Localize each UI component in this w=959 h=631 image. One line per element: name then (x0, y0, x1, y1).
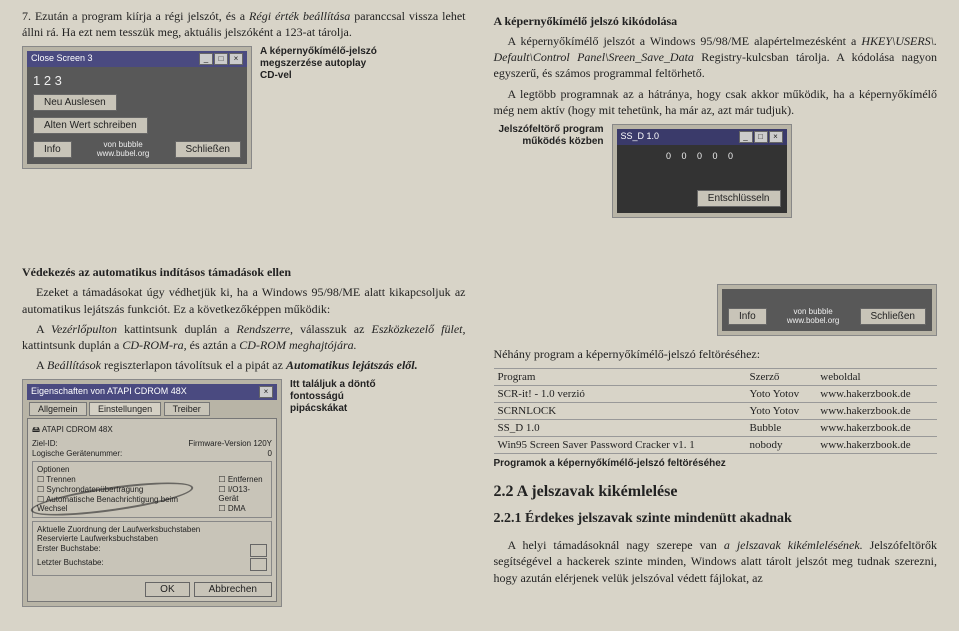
defense-p1: Ezeket a támadásokat úgy védhetjük ki, h… (22, 284, 466, 316)
cancel-button[interactable]: Abbrechen (194, 582, 272, 597)
maximize-icon[interactable]: □ (754, 131, 768, 143)
defense-p3: A Beállítások regiszterlapon távolítsuk … (22, 357, 466, 373)
ok-button[interactable]: OK (145, 582, 189, 597)
window-title: Eigenschaften von ATAPI CDROM 48X (31, 386, 187, 398)
window-title: SS_D 1.0 (621, 131, 660, 143)
credit-text: von bubble www.bobel.org (787, 307, 839, 325)
decode-p1: A képernyőkímélő jelszót a Windows 95/98… (494, 33, 938, 82)
programs-intro: Néhány program a képernyőkímélő-jelszó f… (494, 346, 938, 362)
neu-auslesen-button[interactable]: Neu Auslesen (33, 94, 117, 111)
p-221: A helyi támadásoknál nagy szerepe van a … (494, 537, 938, 586)
col-website: weboldal (816, 369, 937, 386)
screenshot-ssd: SS_D 1.0 _□× 0 0 0 0 0 Entschlüsseln (612, 124, 792, 218)
tab-allgemein[interactable]: Allgemein (29, 402, 87, 416)
defense-heading: Védekezés az automatikus indításos támad… (22, 265, 466, 280)
col-program: Program (494, 369, 746, 386)
figure-caption: A képernyőkímélő-jelszó megszerzése auto… (260, 46, 380, 82)
schliessen-button[interactable]: Schließen (860, 308, 926, 325)
left-column: 7. Ezután a program kiírja a régi jelszó… (0, 0, 480, 631)
checkbox-sync[interactable]: Synchrondatenübertragung (37, 485, 200, 494)
decode-p2: A legtöbb programnak az a hátránya, hogy… (494, 86, 938, 118)
close-icon[interactable]: × (769, 131, 783, 143)
screenshot-close-screen: Close Screen 3 _□× 1 2 3 Neu Auslesen Al… (22, 46, 252, 169)
right-column: A képernyőkímélő jelszó kikódolása A kép… (480, 0, 959, 631)
figure-caption: Itt találjuk a döntő fontosságú pipácská… (290, 379, 400, 415)
tab-einstellungen[interactable]: Einstellungen (89, 402, 161, 416)
checkbox-io13[interactable]: I/O13-Gerät (218, 485, 267, 503)
screenshot-atapi-dialog: Eigenschaften von ATAPI CDROM 48X × Allg… (22, 379, 282, 607)
tab-treiber[interactable]: Treiber (164, 402, 210, 416)
figure-caption: Jelszófeltörő program működés közben (494, 124, 604, 148)
table-row: SS_D 1.0Bubblewww.hakerzbook.de (494, 420, 938, 437)
password-dots: 0 0 0 0 0 (623, 151, 781, 161)
table-row: SCRNLOCKYoto Yotovwww.hakerzbook.de (494, 403, 938, 420)
figure-autoplay: Close Screen 3 _□× 1 2 3 Neu Auslesen Al… (22, 46, 466, 169)
table-row: SCR-it! - 1.0 verzióYoto Yotovwww.hakerz… (494, 386, 938, 403)
checkbox-trennen[interactable]: Trennen (37, 475, 200, 484)
minimize-icon[interactable]: _ (199, 53, 213, 65)
figure-mini: Info von bubble www.bobel.org Schließen (494, 284, 938, 336)
heading-2-2: 2.2 A jelszavak kikémlelése (494, 483, 938, 501)
entschluesseln-button[interactable]: Entschlüsseln (697, 190, 781, 207)
credit-text: von bubble www.bubel.org (97, 140, 149, 158)
info-button[interactable]: Info (728, 308, 767, 325)
heading-2-2-1: 2.2.1 Érdekes jelszavak szinte mindenütt… (494, 511, 938, 527)
checkbox-autonotify[interactable]: Automatische Benachrichtigung beim Wechs… (37, 495, 200, 513)
figure-atapi: Eigenschaften von ATAPI CDROM 48X × Allg… (22, 379, 466, 607)
table-row: Win95 Screen Saver Password Cracker v1. … (494, 437, 938, 454)
close-icon[interactable]: × (259, 386, 273, 398)
checkbox-dma[interactable]: DMA (218, 504, 267, 513)
step7-text: 7. Ezután a program kiírja a régi jelszó… (22, 8, 466, 40)
checkbox-entfernen[interactable]: Entfernen (218, 475, 267, 484)
figure-ssd: Jelszófeltörő program működés közben SS_… (494, 124, 938, 218)
schliessen-button[interactable]: Schließen (175, 141, 241, 158)
maximize-icon[interactable]: □ (214, 53, 228, 65)
programs-table: Program Szerző weboldal SCR-it! - 1.0 ve… (494, 368, 938, 454)
digits-display: 1 2 3 (33, 73, 241, 88)
decode-heading: A képernyőkímélő jelszó kikódolása (494, 14, 938, 29)
alten-wert-button[interactable]: Alten Wert schreiben (33, 117, 148, 134)
screenshot-mini: Info von bubble www.bobel.org Schließen (717, 284, 937, 336)
window-title: Close Screen 3 (31, 53, 93, 65)
info-button[interactable]: Info (33, 141, 72, 158)
defense-p2: A Vezérlőpulton kattintsunk duplán a Ren… (22, 321, 466, 353)
close-icon[interactable]: × (229, 53, 243, 65)
minimize-icon[interactable]: _ (739, 131, 753, 143)
table-note: Programok a képernyőkímélő-jelszó feltör… (494, 458, 938, 469)
col-author: Szerző (745, 369, 816, 386)
window-buttons: _□× (198, 53, 243, 65)
